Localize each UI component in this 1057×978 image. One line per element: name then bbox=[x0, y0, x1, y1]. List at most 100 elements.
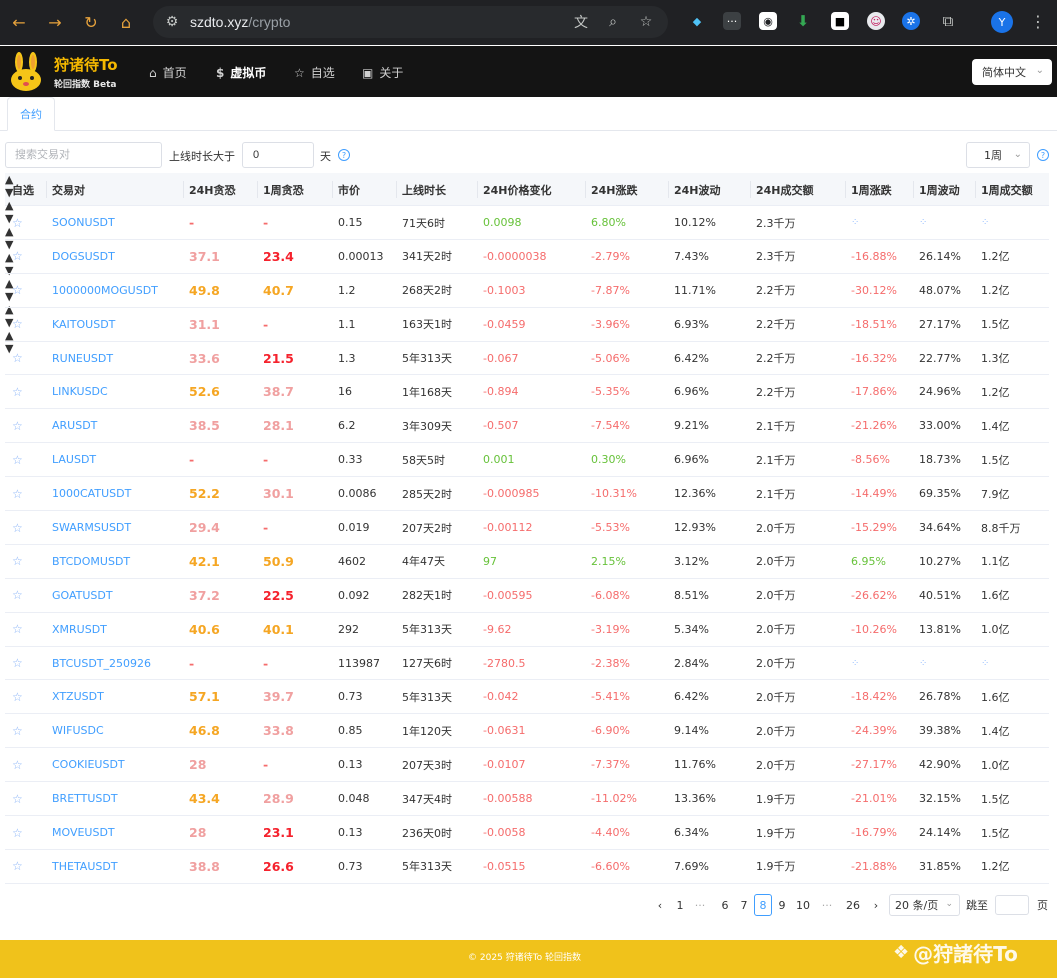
page-7[interactable]: 7 bbox=[735, 894, 753, 916]
zoom-icon[interactable]: ⌕ bbox=[604, 13, 622, 31]
extension-glasses-icon[interactable]: ◉ bbox=[759, 12, 777, 30]
favorite-star-icon[interactable]: ☆ bbox=[12, 443, 23, 476]
table-row[interactable]: ☆ ARUSDT 38.5 28.1 6.2 3年309天 -0.507 -7.54% 9.21… bbox=[5, 409, 1049, 444]
table-row[interactable]: ☆ THETAUSDT 38.8 26.6 0.73 5年313天 -0.0515 -6.60… bbox=[5, 850, 1049, 884]
address-bar[interactable]: ⚙ szdto.xyz/crypto 文 ⌕ ☆ bbox=[153, 6, 668, 38]
column-header[interactable]: 交易对 bbox=[52, 173, 85, 206]
nav-about[interactable]: ▣ 关于 bbox=[362, 64, 403, 81]
cell-symbol[interactable]: 1000000MOGUSDT bbox=[52, 274, 158, 307]
rabbit-logo-icon[interactable] bbox=[8, 52, 44, 92]
page-ellipsis-left[interactable]: ··· bbox=[691, 894, 709, 916]
extensions-puzzle-icon[interactable]: ⧉ bbox=[939, 12, 957, 30]
page-ellipsis-right[interactable]: ··· bbox=[818, 894, 836, 916]
bookmark-star-icon[interactable]: ☆ bbox=[637, 13, 655, 31]
page-9[interactable]: 9 bbox=[773, 894, 791, 916]
table-row[interactable]: ☆ SOONUSDT - - 0.15 71天6时 0.0098 6.80% 10.12% 2.3… bbox=[5, 206, 1049, 240]
cell-symbol[interactable]: MOVEUSDT bbox=[52, 816, 115, 849]
cell-symbol[interactable]: XMRUSDT bbox=[52, 613, 107, 646]
favorite-star-icon[interactable]: ☆ bbox=[12, 647, 23, 680]
cell-symbol[interactable]: GOATUSDT bbox=[52, 579, 113, 612]
table-row[interactable]: ☆ COOKIEUSDT 28 - 0.13 207天3时 -0.0107 -7.37% 11.… bbox=[5, 748, 1049, 783]
favorite-star-icon[interactable]: ☆ bbox=[12, 816, 23, 849]
language-select[interactable]: 简体中文 ⌄ bbox=[972, 59, 1052, 85]
cell-symbol[interactable]: BRETTUSDT bbox=[52, 782, 118, 815]
tab-contracts[interactable]: 合约 bbox=[7, 97, 55, 131]
table-row[interactable]: ☆ BTCUSDT_250926 - - 113987 127天6时 -2780.5 -2.3… bbox=[5, 647, 1049, 681]
favorite-star-icon[interactable]: ☆ bbox=[12, 342, 23, 375]
favorite-star-icon[interactable]: ☆ bbox=[12, 680, 23, 713]
favorite-star-icon[interactable]: ☆ bbox=[12, 308, 23, 341]
cell-symbol[interactable]: LINKUSDC bbox=[52, 375, 108, 408]
table-row[interactable]: ☆ 1000000MOGUSDT 49.8 40.7 1.2 268天2时 -0.1003 -… bbox=[5, 274, 1049, 308]
favorite-star-icon[interactable]: ☆ bbox=[12, 206, 23, 239]
table-row[interactable]: ☆ SWARMSUSDT 29.4 - 0.019 207天2时 -0.00112 -5.53… bbox=[5, 511, 1049, 545]
site-info-icon[interactable]: ⚙ bbox=[163, 13, 181, 31]
page-1[interactable]: 1 bbox=[671, 894, 689, 916]
cell-symbol[interactable]: SOONUSDT bbox=[52, 206, 115, 239]
page-6[interactable]: 6 bbox=[716, 894, 734, 916]
prev-page-button[interactable]: ‹ bbox=[651, 894, 669, 916]
table-row[interactable]: ☆ LAUSDT - - 0.33 58天5时 0.001 0.30% 6.96% 2.1千万 -8… bbox=[5, 443, 1049, 478]
cell-symbol[interactable]: LAUSDT bbox=[52, 443, 96, 476]
cell-symbol[interactable]: WIFUSDC bbox=[52, 714, 104, 747]
cell-symbol[interactable]: ARUSDT bbox=[52, 409, 97, 442]
back-icon[interactable]: ← bbox=[8, 11, 30, 33]
cell-symbol[interactable]: KAITOUSDT bbox=[52, 308, 115, 341]
favorite-star-icon[interactable]: ☆ bbox=[12, 511, 23, 544]
favorite-star-icon[interactable]: ☆ bbox=[12, 850, 23, 883]
cell-symbol[interactable]: SWARMSUSDT bbox=[52, 511, 131, 544]
table-row[interactable]: ☆ WIFUSDC 46.8 33.8 0.85 1年120天 -0.0631 -6.90% 9… bbox=[5, 714, 1049, 749]
table-row[interactable]: ☆ DOGSUSDT 37.1 23.4 0.00013 341天2时 -0.0000038… bbox=[5, 240, 1049, 274]
cell-symbol[interactable]: COOKIEUSDT bbox=[52, 748, 125, 781]
page-8-current[interactable]: 8 bbox=[754, 894, 772, 916]
column-header[interactable]: 24H贪恐 bbox=[189, 173, 236, 206]
cell-symbol[interactable]: RUNEUSDT bbox=[52, 342, 113, 375]
favorite-star-icon[interactable]: ☆ bbox=[12, 748, 23, 781]
extension-download-icon[interactable]: ⬇ bbox=[794, 12, 812, 30]
table-row[interactable]: ☆ RUNEUSDT 33.6 21.5 1.3 5年313天 -0.067 -5.06% 6.… bbox=[5, 342, 1049, 376]
help-icon[interactable]: ? bbox=[338, 149, 350, 161]
column-header[interactable]: 24H波动 bbox=[674, 173, 721, 206]
translate-icon[interactable]: 文 bbox=[572, 13, 590, 31]
page-10[interactable]: 10 bbox=[794, 894, 812, 916]
home-icon[interactable]: ⌂ bbox=[115, 11, 137, 33]
favorite-star-icon[interactable]: ☆ bbox=[12, 579, 23, 612]
favorite-star-icon[interactable]: ☆ bbox=[12, 782, 23, 815]
period-select[interactable]: 1周 ⌄ bbox=[966, 142, 1030, 168]
cell-symbol[interactable]: XTZUSDT bbox=[52, 680, 104, 713]
profile-avatar[interactable]: Y bbox=[991, 11, 1013, 33]
forward-icon[interactable]: → bbox=[44, 11, 66, 33]
search-input[interactable] bbox=[5, 142, 162, 168]
table-row[interactable]: ☆ LINKUSDC 52.6 38.7 16 1年168天 -0.894 -5.35% 6.9… bbox=[5, 375, 1049, 410]
browser-menu-icon[interactable]: ⋮ bbox=[1030, 12, 1046, 31]
favorite-star-icon[interactable]: ☆ bbox=[12, 409, 23, 442]
table-row[interactable]: ☆ XMRUSDT 40.6 40.1 292 5年313天 -9.62 -3.19% 5.34… bbox=[5, 613, 1049, 647]
favorite-star-icon[interactable]: ☆ bbox=[12, 714, 23, 747]
table-row[interactable]: ☆ 1000CATUSDT 52.2 30.1 0.0086 285天2时 -0.00098… bbox=[5, 477, 1049, 512]
nav-crypto[interactable]: $ 虚拟币 bbox=[216, 64, 266, 81]
jump-page-input[interactable] bbox=[995, 895, 1029, 915]
column-header[interactable]: 24H价格变化 bbox=[483, 173, 552, 206]
next-page-button[interactable]: › bbox=[867, 894, 885, 916]
column-header[interactable]: 24H涨跌 bbox=[591, 173, 638, 206]
page-size-select[interactable]: 20 条/页 ⌄ bbox=[889, 894, 960, 916]
cell-symbol[interactable]: THETAUSDT bbox=[52, 850, 118, 883]
table-row[interactable]: ☆ BRETTUSDT 43.4 28.9 0.048 347天4时 -0.00588 -11… bbox=[5, 782, 1049, 817]
extension-dots-icon[interactable]: ··· bbox=[723, 12, 741, 30]
favorite-star-icon[interactable]: ☆ bbox=[12, 240, 23, 273]
cell-symbol[interactable]: BTCUSDT_250926 bbox=[52, 647, 151, 680]
nav-home[interactable]: ⌂ 首页 bbox=[149, 64, 187, 81]
period-help-icon[interactable]: ? bbox=[1037, 149, 1049, 161]
favorite-star-icon[interactable]: ☆ bbox=[12, 375, 23, 408]
favorite-star-icon[interactable]: ☆ bbox=[12, 613, 23, 646]
favorite-star-icon[interactable]: ☆ bbox=[12, 477, 23, 510]
cell-symbol[interactable]: 1000CATUSDT bbox=[52, 477, 131, 510]
extension-diamond-icon[interactable]: ◆ bbox=[688, 12, 706, 30]
reload-icon[interactable]: ↻ bbox=[80, 11, 102, 33]
cell-symbol[interactable]: DOGSUSDT bbox=[52, 240, 115, 273]
table-row[interactable]: ☆ XTZUSDT 57.1 39.7 0.73 5年313天 -0.042 -5.41% 6.… bbox=[5, 680, 1049, 715]
extension-gear-icon[interactable]: ✲ bbox=[902, 12, 920, 30]
extension-face-icon[interactable]: ☺ bbox=[867, 12, 885, 30]
brand-title[interactable]: 狩诸待To bbox=[54, 54, 118, 75]
extension-square-icon[interactable]: ■ bbox=[831, 12, 849, 30]
